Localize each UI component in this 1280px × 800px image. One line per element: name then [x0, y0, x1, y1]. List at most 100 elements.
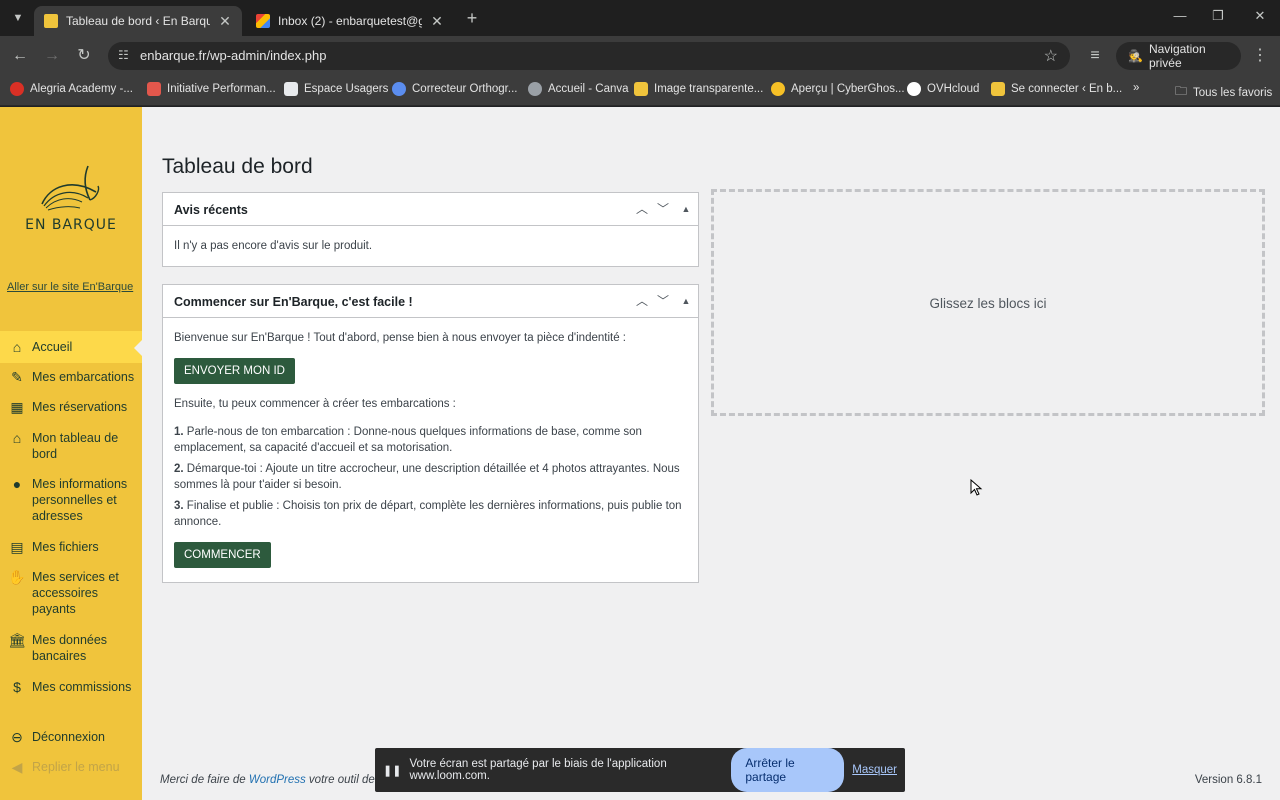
screen-share-bar: ❚❚ Votre écran est partagé par le biais … [375, 748, 905, 792]
menu-item-fichiers[interactable]: ▤ Mes fichiers [0, 539, 142, 555]
wp-admin-area: EN BARQUE Aller sur le site En'Barque ⌂ … [0, 107, 1280, 800]
home-icon: ⌂ [12, 339, 22, 355]
forward-arrow-icon[interactable]: → [42, 46, 62, 66]
menu-label: Mes fichiers [32, 540, 99, 554]
widget-header: Avis récents ︿ ﹀ ▲ [163, 193, 698, 226]
address-bar[interactable]: ☷ enbarque.fr/wp-admin/index.php ☆ [108, 42, 1070, 70]
bookmark-item[interactable]: Accueil - Canva [528, 82, 629, 96]
chevron-double-right-icon: » [1133, 82, 1140, 94]
calendar-icon: ▦ [10, 399, 24, 415]
bookmark-item[interactable]: Image transparente... [634, 82, 763, 96]
bookmark-label: Initiative Performan... [167, 83, 276, 95]
toggle-panel-icon[interactable]: ▲ [677, 292, 695, 310]
menu-item-donnees-bancaires[interactable]: 🏛 Mes données bancaires [0, 632, 142, 664]
close-tab-icon[interactable]: ✕ [430, 13, 444, 30]
restore-icon[interactable]: ❐ [1208, 8, 1228, 24]
reload-icon[interactable]: ↻ [74, 46, 94, 66]
reading-list-icon[interactable]: ≡ [1085, 46, 1105, 66]
menu-label: Replier le menu [32, 760, 120, 774]
menu-label: Mes commissions [32, 680, 132, 694]
bookmark-star-icon[interactable]: ☆ [1044, 46, 1058, 66]
bookmark-favicon-icon [147, 82, 161, 96]
move-up-chevron-icon[interactable]: ︿ [633, 200, 651, 218]
menu-item-deconnexion[interactable]: ⊖ Déconnexion [0, 729, 142, 745]
move-up-chevron-icon[interactable]: ︿ [633, 292, 651, 310]
all-bookmarks-button[interactable]: 🗀 Tous les favoris [1175, 82, 1272, 103]
step-text: Parle-nous de ton embarcation : Donne-no… [174, 426, 642, 454]
widget-drop-zone[interactable]: Glissez les blocs ici [711, 189, 1265, 416]
bookmark-item[interactable]: Alegria Academy -... [10, 82, 133, 96]
enbarque-favicon-icon [44, 14, 58, 28]
close-tab-icon[interactable]: ✕ [218, 13, 232, 30]
menu-label: Mes informations personnelles et adresse… [32, 477, 128, 523]
then-text: Ensuite, tu peux commencer à créer tes e… [174, 398, 456, 410]
footer-text: votre outil de c [305, 774, 384, 786]
bookmark-item[interactable]: Espace Usagers [284, 82, 388, 96]
getting-started-widget: Commencer sur En'Barque, c'est facile ! … [162, 284, 699, 583]
menu-item-services[interactable]: ✋ Mes services et accessoires payants [0, 569, 142, 617]
widget-header: Commencer sur En'Barque, c'est facile ! … [163, 285, 698, 318]
bookmark-label: Espace Usagers [304, 83, 389, 95]
menu-item-informations[interactable]: ● Mes informations personnelles et adres… [0, 476, 142, 524]
send-id-button[interactable]: ENVOYER MON ID [174, 358, 295, 384]
recent-reviews-widget: Avis récents ︿ ﹀ ▲ Il n'y a pas encore d… [162, 192, 699, 267]
step-text: Finalise et publie : Choisis ton prix de… [174, 500, 682, 528]
private-mode-badge[interactable]: 🕵 Navigation privée [1116, 42, 1241, 70]
tab-dashboard[interactable]: Tableau de bord ‹ En Barque — ✕ [34, 6, 242, 36]
hide-link[interactable]: Masquer [852, 764, 897, 776]
tab-search-chevron-icon[interactable]: ▼ [8, 8, 28, 28]
logo-text: EN BARQUE [25, 217, 117, 233]
step-item: 1. Parle-nous de ton embarcation : Donne… [174, 424, 687, 456]
bookmark-label: Correcteur Orthogr... [412, 83, 518, 95]
back-arrow-icon[interactable]: ← [10, 46, 30, 66]
menu-item-embarcations[interactable]: ✎ Mes embarcations [0, 369, 142, 385]
intro-text: Bienvenue sur En'Barque ! Tout d'abord, … [174, 332, 626, 344]
folder-icon: 🗀 [1175, 84, 1188, 98]
more-menu-icon[interactable]: ⋮ [1250, 46, 1270, 66]
person-icon: ● [12, 476, 22, 492]
window-close-icon[interactable]: ✕ [1250, 8, 1270, 24]
menu-item-reservations[interactable]: ▦ Mes réservations [0, 399, 142, 415]
new-tab-plus-icon[interactable]: + [462, 8, 482, 29]
site-info-icon[interactable]: ☷ [118, 48, 134, 64]
start-button[interactable]: COMMENCER [174, 542, 271, 568]
bookmark-favicon-icon [392, 82, 406, 96]
bookmark-item[interactable]: Se connecter ‹ En b... [991, 82, 1122, 96]
bookmarks-bar: Alegria Academy -... Initiative Performa… [0, 76, 1280, 106]
widget-body: Il n'y a pas encore d'avis sur le produi… [163, 226, 698, 264]
mouse-cursor-icon [970, 479, 983, 496]
private-mode-label: Navigation privée [1148, 42, 1206, 70]
menu-item-tableau-de-bord[interactable]: ⌂ Mon tableau de bord [0, 430, 142, 462]
move-down-chevron-icon[interactable]: ﹀ [654, 200, 672, 218]
stop-sharing-button[interactable]: Arrêter le partage [731, 748, 845, 792]
widget-title: Avis récents [174, 203, 248, 217]
admin-footer-credit: Merci de faire de WordPress votre outil … [160, 774, 384, 786]
store-icon: ⌂ [12, 430, 22, 446]
bookmark-label: Image transparente... [654, 83, 764, 95]
step-item: 2. Démarque-toi : Ajoute un titre accroc… [174, 461, 687, 493]
menu-label: Déconnexion [32, 730, 105, 744]
toggle-panel-icon[interactable]: ▲ [677, 200, 695, 218]
bookmark-item[interactable]: Initiative Performan... [147, 82, 276, 96]
bookmark-item[interactable]: Aperçu | CyberGhos... [771, 82, 905, 96]
bookmark-item[interactable]: Correcteur Orthogr... [392, 82, 517, 96]
collapse-menu-button[interactable]: ◀ Replier le menu [0, 759, 142, 775]
no-reviews-text: Il n'y a pas encore d'avis sur le produi… [174, 240, 373, 252]
bookmarks-overflow-button[interactable]: » [1133, 82, 1139, 94]
bookmark-item[interactable]: OVHcloud [907, 82, 979, 96]
wordpress-link[interactable]: WordPress [249, 774, 306, 786]
files-icon: ▤ [10, 539, 24, 555]
step-text: Démarque-toi : Ajoute un titre accrocheu… [174, 463, 680, 491]
menu-item-commissions[interactable]: $ Mes commissions [0, 679, 142, 695]
wp-version: Version 6.8.1 [1194, 774, 1262, 786]
gmail-favicon-icon [256, 14, 270, 28]
minimize-icon[interactable]: — [1170, 8, 1190, 23]
tab-gmail[interactable]: Inbox (2) - enbarquetest@gmail ✕ [246, 6, 454, 36]
visit-site-link[interactable]: Aller sur le site En'Barque [7, 281, 133, 293]
move-down-chevron-icon[interactable]: ﹀ [654, 292, 672, 310]
url-text[interactable]: enbarque.fr/wp-admin/index.php [140, 48, 326, 63]
menu-item-accueil[interactable]: ⌂ Accueil [0, 331, 142, 363]
send-id-row: ENVOYER MON ID [174, 358, 687, 384]
menu-label: Mes données bancaires [32, 633, 108, 663]
bookmark-favicon-icon [991, 82, 1005, 96]
